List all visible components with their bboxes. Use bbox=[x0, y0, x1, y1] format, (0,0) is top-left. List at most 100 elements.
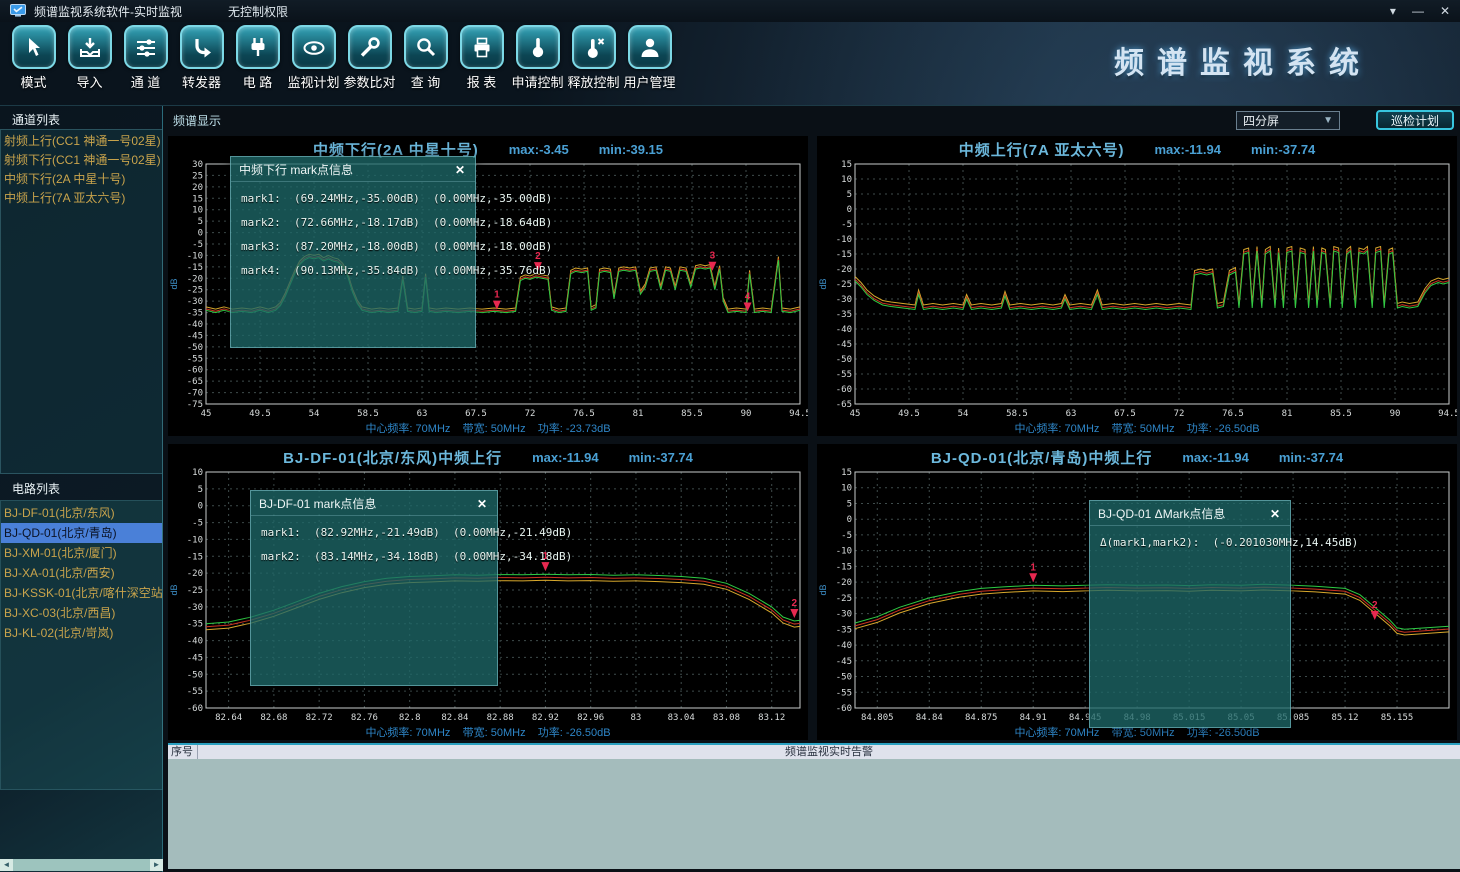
svg-text:-30: -30 bbox=[187, 603, 203, 613]
printer-icon bbox=[460, 25, 504, 69]
svg-text:94.5: 94.5 bbox=[789, 409, 808, 419]
svg-text:10: 10 bbox=[192, 206, 203, 216]
channel-list-item[interactable]: 中频下行(2A 中星十号) bbox=[1, 170, 162, 189]
svg-text:-45: -45 bbox=[187, 331, 203, 341]
close-icon[interactable]: ✕ bbox=[1440, 4, 1450, 18]
svg-text:0: 0 bbox=[198, 229, 203, 239]
svg-text:58.5: 58.5 bbox=[357, 409, 379, 419]
y-axis-label: dB bbox=[169, 278, 179, 289]
mark-info-row: Δ(mark1,mark2): (-0.201030MHz,14.45dB) bbox=[1100, 536, 1280, 549]
svg-text:-20: -20 bbox=[187, 274, 203, 284]
svg-text:-20: -20 bbox=[836, 265, 852, 275]
channel-list-item[interactable]: 中频上行(7A 亚太六号) bbox=[1, 189, 162, 208]
svg-text:72: 72 bbox=[1174, 409, 1185, 419]
svg-text:-25: -25 bbox=[836, 280, 852, 290]
mark-info-popup[interactable]: BJ-DF-01 mark点信息✕mark1: (82.92MHz,-21.49… bbox=[250, 490, 498, 686]
mark-info-row: mark3: (87.20MHz,-18.00dB) (0.00MHz,-18.… bbox=[241, 240, 465, 253]
sliders-icon bbox=[124, 25, 168, 69]
tab-spectrum-display[interactable]: 频谱显示 bbox=[173, 112, 221, 129]
popup-titlebar[interactable]: 中频下行 mark点信息✕ bbox=[231, 157, 475, 182]
svg-text:15: 15 bbox=[841, 468, 852, 478]
chart-panel-2: 中频上行(7A 亚太六号)max:-11.94min:-37.74-65-60-… bbox=[817, 136, 1457, 436]
chart-max-label: max:-11.94 bbox=[1182, 450, 1249, 465]
svg-text:-15: -15 bbox=[836, 250, 852, 260]
svg-text:-45: -45 bbox=[187, 653, 203, 663]
toolbar-channel-button[interactable]: 通 道 bbox=[118, 25, 173, 91]
sidebar-horizontal-scrollbar[interactable]: ◄ ► bbox=[0, 859, 163, 871]
sidebar: 通道列表 射频上行(CC1 神通一号02星)射频下行(CC1 神通一号02星)中… bbox=[0, 106, 163, 872]
patrol-plan-button[interactable]: 巡检计划 bbox=[1376, 110, 1454, 130]
svg-text:-55: -55 bbox=[836, 688, 852, 698]
svg-text:-50: -50 bbox=[836, 673, 852, 683]
user-icon bbox=[628, 25, 672, 69]
toolbar-user-manage-button[interactable]: 用户管理 bbox=[622, 25, 677, 91]
circuit-list-item[interactable]: BJ-DF-01(北京/东风) bbox=[1, 503, 162, 523]
toolbar-button-label: 电 路 bbox=[243, 72, 273, 91]
svg-text:3: 3 bbox=[710, 251, 716, 262]
svg-text:5: 5 bbox=[847, 499, 852, 509]
chart-footer: 中心频率: 70MHz 带宽: 50MHz 功率: -23.73dB bbox=[168, 420, 808, 436]
channel-list-item[interactable]: 射频上行(CC1 神通一号02星) bbox=[1, 132, 162, 151]
toolbar-circuit-button[interactable]: 电 路 bbox=[230, 25, 285, 91]
svg-text:1: 1 bbox=[494, 290, 500, 301]
popup-titlebar[interactable]: BJ-QD-01 ΔMark点信息✕ bbox=[1090, 501, 1290, 526]
svg-text:-10: -10 bbox=[836, 547, 852, 557]
svg-text:-45: -45 bbox=[836, 340, 852, 350]
scroll-left-icon[interactable]: ◄ bbox=[0, 859, 13, 871]
circuit-list-item[interactable]: BJ-KL-02(北京/岢岚) bbox=[1, 623, 162, 643]
circuit-list-item[interactable]: BJ-KSSK-01(北京/喀什深空站) bbox=[1, 583, 162, 603]
toolbar-transponder-button[interactable]: 转发器 bbox=[174, 25, 229, 91]
svg-text:-10: -10 bbox=[836, 235, 852, 245]
mark-info-popup[interactable]: 中频下行 mark点信息✕ mark1: (69.24MHz,-35.00dB) … bbox=[230, 156, 476, 348]
toolbar-mode-button[interactable]: 模式 bbox=[6, 25, 61, 91]
svg-text:90: 90 bbox=[1390, 409, 1401, 419]
svg-text:15: 15 bbox=[192, 194, 203, 204]
toolbar-request-control-button[interactable]: 申请控制 bbox=[510, 25, 565, 91]
svg-text:-15: -15 bbox=[187, 552, 203, 562]
popup-close-icon[interactable]: ✕ bbox=[1268, 507, 1282, 521]
popup-titlebar[interactable]: BJ-DF-01 mark点信息✕ bbox=[251, 491, 497, 516]
svg-text:5: 5 bbox=[198, 217, 203, 227]
svg-text:-55: -55 bbox=[187, 354, 203, 364]
svg-text:82.8: 82.8 bbox=[399, 713, 421, 723]
popup-close-icon[interactable]: ✕ bbox=[453, 163, 467, 177]
charts-grid: 中频下行(2A 中星十号)max:-3.45min:-39.15-75-70-6… bbox=[163, 134, 1460, 740]
toolbar-monitor-plan-button[interactable]: 监视计划 bbox=[286, 25, 341, 91]
svg-text:67.5: 67.5 bbox=[465, 409, 487, 419]
circuit-list-item[interactable]: BJ-XM-01(北京/厦门) bbox=[1, 543, 162, 563]
toolbar-query-button[interactable]: 查 询 bbox=[398, 25, 453, 91]
y-axis-label: dB bbox=[818, 584, 828, 595]
minimize-icon[interactable]: — bbox=[1412, 4, 1424, 18]
mark-info-popup[interactable]: BJ-QD-01 ΔMark点信息✕ Δ(mark1,mark2): (-0.20… bbox=[1089, 500, 1291, 728]
brand-title: 频谱监视系统 bbox=[1114, 38, 1372, 82]
spectrum-plot[interactable]: -65-60-55-50-45-40-35-30-25-20-15-10-505… bbox=[817, 158, 1457, 420]
toolbar-button-label: 转发器 bbox=[182, 72, 221, 91]
circuit-list-item[interactable]: BJ-QD-01(北京/青岛) bbox=[1, 523, 162, 543]
chart-min-label: min:-37.74 bbox=[1251, 142, 1315, 157]
toolbar-buttons: 模式导入通 道转发器 电 路监视计划参数比对查 询报 表申请控制释放控制用户管理 bbox=[6, 25, 678, 91]
channel-list-item[interactable]: 射频下行(CC1 神通一号02星) bbox=[1, 151, 162, 170]
scroll-right-icon[interactable]: ► bbox=[150, 859, 163, 871]
svg-text:82.88: 82.88 bbox=[487, 713, 514, 723]
toolbar-param-compare-button[interactable]: 参数比对 bbox=[342, 25, 397, 91]
screen-layout-select[interactable]: 四分屏 ▼ bbox=[1236, 111, 1340, 130]
svg-text:94.5: 94.5 bbox=[1438, 409, 1457, 419]
alarm-table-body[interactable] bbox=[168, 759, 1460, 869]
y-axis-label: dB bbox=[169, 584, 179, 595]
svg-text:84.84: 84.84 bbox=[916, 713, 943, 723]
circuit-list-item[interactable]: BJ-XA-01(北京/西安) bbox=[1, 563, 162, 583]
svg-text:82.84: 82.84 bbox=[441, 713, 468, 723]
popup-close-icon[interactable]: ✕ bbox=[475, 497, 489, 511]
toolbar-import-button[interactable]: 导入 bbox=[62, 25, 117, 91]
svg-text:82.96: 82.96 bbox=[577, 713, 604, 723]
chart-max-label: max:-11.94 bbox=[1154, 142, 1221, 157]
circuit-list-item[interactable]: BJ-XC-03(北京/西昌) bbox=[1, 603, 162, 623]
window-title: 频谱监视系统软件-实时监视 bbox=[34, 3, 182, 20]
mark-info-row: mark1: (69.24MHz,-35.00dB) (0.00MHz,-35.… bbox=[241, 192, 465, 205]
chart-max-label: max:-11.94 bbox=[532, 450, 599, 465]
chart-title: BJ-DF-01(北京/东风)中频上行 bbox=[283, 447, 502, 468]
forward-arrow-icon bbox=[180, 25, 224, 69]
menu-icon[interactable]: ▾ bbox=[1390, 4, 1396, 18]
toolbar-report-button[interactable]: 报 表 bbox=[454, 25, 509, 91]
toolbar-release-control-button[interactable]: 释放控制 bbox=[566, 25, 621, 91]
